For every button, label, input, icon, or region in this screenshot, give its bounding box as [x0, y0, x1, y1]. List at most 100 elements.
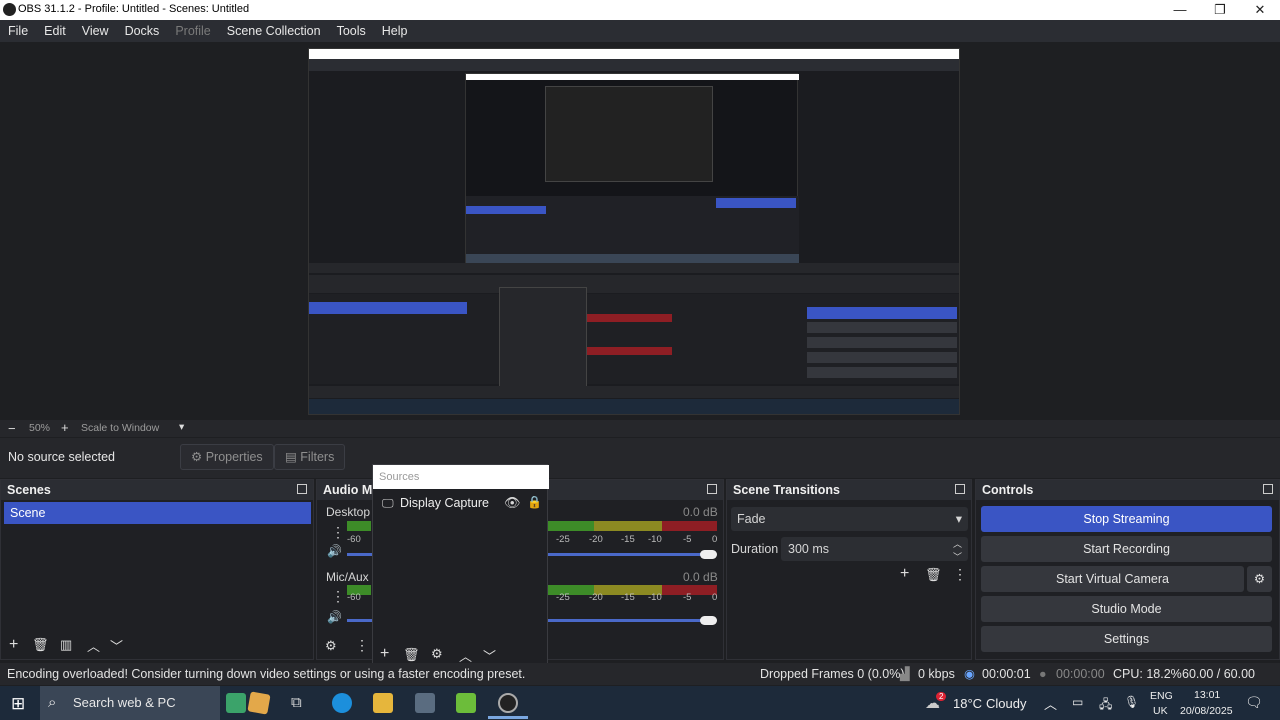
add-icon[interactable]: + — [900, 565, 909, 583]
menu-bar: File Edit View Docks Profile Scene Colle… — [0, 20, 1280, 42]
microphone-icon[interactable]: 🎙 — [1124, 695, 1139, 709]
chevron-down-icon: ▾ — [955, 512, 962, 526]
source-item[interactable]: 🖵 Display Capture 👁 🔒 — [373, 491, 547, 515]
speaker-icon[interactable]: 🔊 — [327, 610, 342, 624]
signal-icon: ▟ — [900, 667, 910, 681]
add-icon[interactable]: + — [9, 636, 18, 654]
nested-title-bar — [309, 49, 959, 59]
task-view-icon[interactable]: ⧉ — [291, 694, 302, 711]
preview-display-capture[interactable] — [308, 48, 960, 415]
status-bar: Encoding overloaded! Consider turning do… — [0, 663, 1280, 703]
obs-taskbar-icon[interactable] — [498, 693, 518, 713]
clock-time[interactable]: 13:01 — [1194, 689, 1220, 701]
stop-streaming-button[interactable]: Stop Streaming — [981, 506, 1272, 532]
clock-date[interactable]: 20/08/2025 — [1180, 705, 1233, 717]
popout-icon[interactable] — [707, 484, 717, 494]
maximize-icon[interactable]: ❐ — [1200, 0, 1240, 20]
gear-icon[interactable]: ⚙ — [431, 646, 443, 662]
menu-tools[interactable]: Tools — [329, 24, 374, 38]
popout-icon[interactable] — [297, 484, 307, 494]
virtual-camera-settings-button[interactable]: ⚙ — [1247, 566, 1272, 592]
search-icon: ⌕ — [48, 694, 57, 711]
menu-scene-collection[interactable]: Scene Collection — [219, 24, 329, 38]
region[interactable]: UK — [1153, 705, 1168, 717]
window-title-bar: OBS 31.1.2 - Profile: Untitled - Scenes:… — [0, 0, 1280, 20]
file-explorer-icon[interactable] — [373, 693, 393, 713]
obs-logo-icon — [3, 3, 16, 16]
temperature: 18°C — [953, 696, 983, 711]
menu-view[interactable]: View — [74, 24, 117, 38]
desktop-audio-db: 0.0 dB — [683, 505, 718, 519]
language[interactable]: ENG — [1150, 690, 1173, 702]
zoom-bar: − 50% + Scale to Window ▾ — [0, 420, 1280, 437]
desktop-meter — [347, 521, 371, 531]
move-up-icon[interactable]: ︿ — [87, 636, 100, 655]
mic-volume-knob[interactable] — [700, 616, 717, 625]
weather-text: Cloudy — [986, 696, 1027, 711]
add-icon[interactable]: + — [380, 645, 389, 663]
settings-button[interactable]: Settings — [981, 626, 1272, 652]
source-properties-bar: No source selected ⚙ Properties ▤ Filter… — [0, 438, 1280, 478]
edge-icon[interactable] — [332, 693, 352, 713]
lock-icon[interactable]: 🔒 — [527, 495, 542, 509]
trash-icon[interactable]: 🗑 — [403, 647, 420, 663]
more-icon[interactable]: ⋮ — [331, 524, 345, 541]
studio-mode-button[interactable]: Studio Mode — [981, 596, 1272, 622]
popout-icon[interactable] — [1263, 484, 1273, 494]
widget-icon[interactable] — [226, 693, 246, 713]
eye-icon[interactable]: 👁 — [504, 495, 521, 511]
desktop-volume-knob[interactable] — [700, 550, 717, 559]
more-icon[interactable]: ⋮ — [953, 566, 967, 583]
move-down-icon[interactable]: ﹀ — [110, 636, 123, 655]
menu-edit[interactable]: Edit — [36, 24, 74, 38]
start-virtual-camera-button[interactable]: Start Virtual Camera — [981, 566, 1244, 592]
recording-icon: ● — [1039, 667, 1047, 681]
scene-item[interactable]: Scene — [4, 502, 311, 524]
menu-file[interactable]: File — [0, 24, 36, 38]
zoom-out-button[interactable]: − — [8, 421, 16, 436]
popout-icon[interactable] — [955, 484, 965, 494]
menu-docks[interactable]: Docks — [117, 24, 168, 38]
cpu-usage: CPU: 18.2% — [1113, 667, 1182, 681]
app-icon[interactable] — [456, 693, 476, 713]
no-source-label: No source selected — [8, 450, 116, 464]
chevron-up-icon[interactable]: ︿ — [1044, 694, 1057, 713]
gear-icon: ⚙ — [1253, 572, 1266, 586]
start-recording-button[interactable]: Start Recording — [981, 536, 1272, 562]
zoom-in-button[interactable]: + — [61, 420, 69, 435]
duration-input[interactable]: 300 ms ︿ ﹀ — [781, 537, 968, 562]
status-message: Encoding overloaded! Consider turning do… — [7, 667, 526, 681]
zoom-level: 50% — [29, 422, 51, 434]
scale-mode[interactable]: Scale to Window — [81, 422, 159, 434]
more-icon[interactable]: ⋮ — [331, 588, 345, 605]
sources-header: Sources — [373, 465, 549, 489]
sticky-notes-icon[interactable] — [247, 691, 271, 715]
trash-icon[interactable]: 🗑 — [32, 637, 49, 653]
more-icon[interactable]: ⋮ — [355, 637, 369, 654]
chevron-down-icon[interactable]: ▾ — [179, 421, 184, 433]
rec-time: 00:00:00 — [1056, 667, 1105, 681]
streaming-icon: ◉ — [964, 667, 975, 681]
windows-start-icon[interactable]: ⊞ — [11, 694, 25, 714]
transition-select[interactable]: Fade ▾ — [731, 507, 968, 531]
source-name: Display Capture — [400, 496, 489, 510]
filter-icon[interactable]: ▥ — [60, 637, 72, 653]
notification-icon[interactable]: 🗨 — [1245, 694, 1263, 711]
display-icon[interactable]: ▭ — [1072, 695, 1083, 709]
network-icon[interactable]: 🖧 — [1099, 695, 1112, 716]
taskbar-search[interactable]: ⌕ Search web & PC — [40, 686, 220, 720]
speaker-icon[interactable]: 🔊 — [327, 544, 342, 558]
active-indicator — [488, 716, 528, 719]
trash-icon[interactable]: 🗑 — [925, 567, 942, 583]
minimize-icon[interactable]: — — [1160, 0, 1200, 20]
store-icon[interactable] — [415, 693, 435, 713]
menu-help[interactable]: Help — [374, 24, 416, 38]
monitor-icon: 🖵 — [382, 496, 394, 510]
close-icon[interactable]: ✕ — [1240, 0, 1280, 20]
filters-button[interactable]: ▤ Filters — [274, 444, 346, 470]
properties-button[interactable]: ⚙ Properties — [180, 444, 274, 470]
dropped-frames: Dropped Frames 0 (0.0%) — [760, 667, 905, 681]
window-title: OBS 31.1.2 - Profile: Untitled - Scenes:… — [18, 3, 250, 15]
menu-profile[interactable]: Profile — [167, 24, 218, 38]
advanced-audio-icon[interactable]: ⚙ — [325, 638, 337, 654]
